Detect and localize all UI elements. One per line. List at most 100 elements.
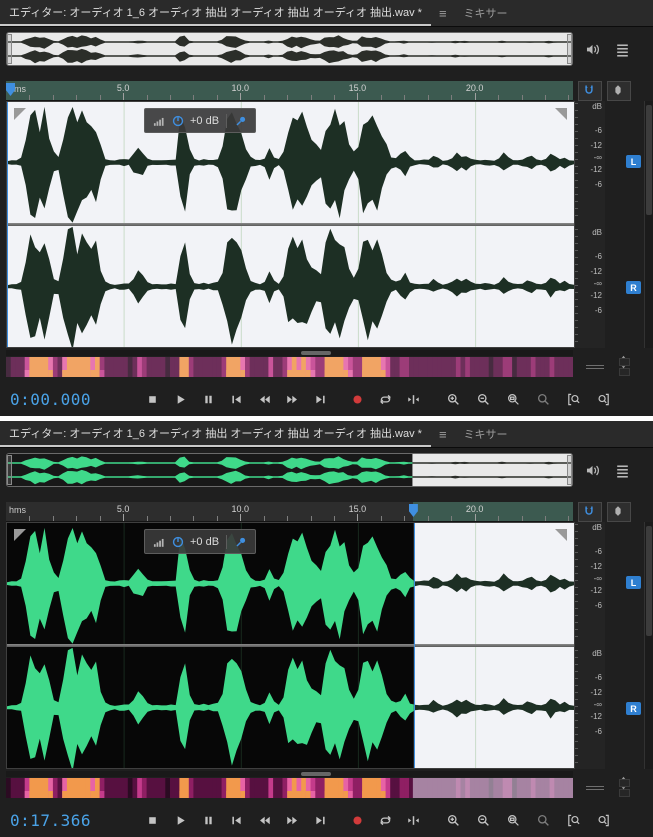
zoom-selection-in-point-button[interactable] [561, 808, 585, 832]
skip-to-start-button[interactable] [224, 387, 248, 411]
tab-editor[interactable]: エディター: オーディオ 1_6 オーディオ 抽出 オーディオ 抽出 オーディオ… [0, 0, 431, 26]
zoom-in-button[interactable] [441, 808, 465, 832]
vertical-scroll-thumb[interactable] [646, 526, 652, 636]
hud-pin-icon[interactable] [226, 534, 248, 549]
hud-pin-icon[interactable] [226, 113, 248, 128]
skip-to-end-button[interactable] [308, 387, 332, 411]
fast-forward-button[interactable] [280, 808, 304, 832]
volume-knob-icon[interactable] [171, 114, 185, 128]
zoom-full-button[interactable] [531, 387, 555, 411]
rail-spacer [605, 522, 624, 769]
scroll-down-button[interactable] [619, 786, 630, 797]
zoom-out-button[interactable] [471, 808, 495, 832]
fade-in-handle[interactable] [14, 108, 26, 120]
ruler-tick [52, 95, 54, 100]
monitor-icon[interactable] [584, 462, 601, 479]
vertical-scroll-thumb[interactable] [646, 105, 652, 215]
channel-badge-right[interactable]: R [626, 281, 641, 294]
zoom-to-selection-button[interactable] [501, 808, 525, 832]
channel-badge-right[interactable]: R [626, 702, 641, 715]
channel-badge-left[interactable]: L [626, 576, 641, 589]
panel-tab-bar: エディター: オーディオ 1_6 オーディオ 抽出 オーディオ 抽出 オーディオ… [0, 0, 653, 27]
zoom-selection-in-point-button[interactable] [561, 387, 585, 411]
zoom-full-button[interactable] [531, 808, 555, 832]
db-mark-label: -6 [594, 252, 602, 261]
ruler-tick [123, 93, 125, 100]
skip-to-start-button[interactable] [224, 808, 248, 832]
tab-mixer[interactable]: ミキサー [455, 0, 517, 26]
waveform-channel-left [7, 523, 574, 644]
timecode-display[interactable]: 0:00.000 [10, 390, 140, 409]
timecode-display[interactable]: 0:17.366 [10, 811, 140, 830]
horizontal-scroll-thumb[interactable] [301, 772, 331, 776]
pause-button[interactable] [196, 387, 220, 411]
snap-toggle-button[interactable] [578, 81, 602, 101]
marker-button[interactable] [607, 502, 631, 522]
editor-tab-label: エディター: オーディオ 1_6 オーディオ 抽出 オーディオ 抽出 オーディオ… [9, 428, 422, 440]
zoom-selection-out-point-button[interactable] [591, 387, 615, 411]
ruler-tick [146, 516, 148, 521]
db-mark-label: -6 [594, 547, 602, 556]
overview-right-handle[interactable] [567, 455, 572, 485]
stop-button[interactable] [140, 808, 164, 832]
rewind-button[interactable] [252, 808, 276, 832]
spectral-display[interactable] [6, 357, 573, 377]
waveform-editor[interactable]: +0 dB [6, 101, 575, 348]
tab-editor[interactable]: エディター: オーディオ 1_6 オーディオ 抽出 オーディオ 抽出 オーディオ… [0, 421, 431, 447]
panel-menu-icon[interactable]: ≡ [431, 421, 455, 447]
waveform-editor[interactable]: +0 dB [6, 522, 575, 769]
record-button[interactable] [345, 387, 369, 411]
spectral-display[interactable] [6, 778, 573, 798]
horizontal-scrollbar[interactable] [6, 350, 573, 356]
marker-button[interactable] [607, 81, 631, 101]
ruler-tick [287, 95, 289, 100]
rewind-button[interactable] [252, 387, 276, 411]
rail-spacer [605, 101, 624, 348]
monitor-icon[interactable] [584, 41, 601, 58]
hud-gain-value[interactable]: +0 dB [190, 536, 219, 548]
record-button[interactable] [345, 808, 369, 832]
move-playhead-button[interactable] [401, 808, 425, 832]
overview-left-handle[interactable] [7, 34, 12, 64]
editor-panel: エディター: オーディオ 1_6 オーディオ 抽出 オーディオ 抽出 オーディオ… [0, 421, 653, 837]
pause-button[interactable] [196, 808, 220, 832]
volume-knob-icon[interactable] [171, 535, 185, 549]
vertical-scrollbar[interactable] [644, 522, 653, 769]
panel-list-icon[interactable] [614, 41, 631, 58]
zoom-out-button[interactable] [471, 387, 495, 411]
timeline-ruler[interactable]: hms 5.0 10.0 15.0 20.0 [6, 502, 573, 522]
ruler-selection-highlight [6, 81, 573, 100]
ruler-tick-label: 10.0 [231, 83, 250, 93]
volume-hud[interactable]: +0 dB [144, 529, 257, 554]
volume-hud[interactable]: +0 dB [144, 108, 257, 133]
snap-toggle-button[interactable] [578, 502, 602, 522]
fast-forward-button[interactable] [280, 387, 304, 411]
horizontal-scrollbar[interactable] [6, 771, 573, 777]
move-playhead-button[interactable] [401, 387, 425, 411]
horizontal-scroll-thumb[interactable] [301, 351, 331, 355]
play-button[interactable] [168, 387, 192, 411]
skip-to-end-button[interactable] [308, 808, 332, 832]
overview-navigator[interactable] [6, 32, 573, 66]
channel-badge-left[interactable]: L [626, 155, 641, 168]
panel-list-icon[interactable] [614, 462, 631, 479]
tab-mixer[interactable]: ミキサー [455, 421, 517, 447]
stop-button[interactable] [140, 387, 164, 411]
zoom-in-button[interactable] [441, 387, 465, 411]
zoom-selection-out-point-button[interactable] [591, 808, 615, 832]
hud-gain-value[interactable]: +0 dB [190, 115, 219, 127]
fade-out-handle[interactable] [555, 529, 567, 541]
play-button[interactable] [168, 808, 192, 832]
overview-right-handle[interactable] [567, 34, 572, 64]
overview-navigator[interactable] [6, 453, 573, 487]
loop-playback-button[interactable] [373, 808, 397, 832]
overview-left-handle[interactable] [7, 455, 12, 485]
scroll-down-button[interactable] [619, 365, 630, 376]
panel-menu-icon[interactable]: ≡ [431, 0, 455, 26]
vertical-scrollbar[interactable] [644, 101, 653, 348]
loop-playback-button[interactable] [373, 387, 397, 411]
timeline-ruler[interactable]: hms 5.0 10.0 15.0 20.0 [6, 81, 573, 101]
fade-in-handle[interactable] [14, 529, 26, 541]
fade-out-handle[interactable] [555, 108, 567, 120]
zoom-to-selection-button[interactable] [501, 387, 525, 411]
